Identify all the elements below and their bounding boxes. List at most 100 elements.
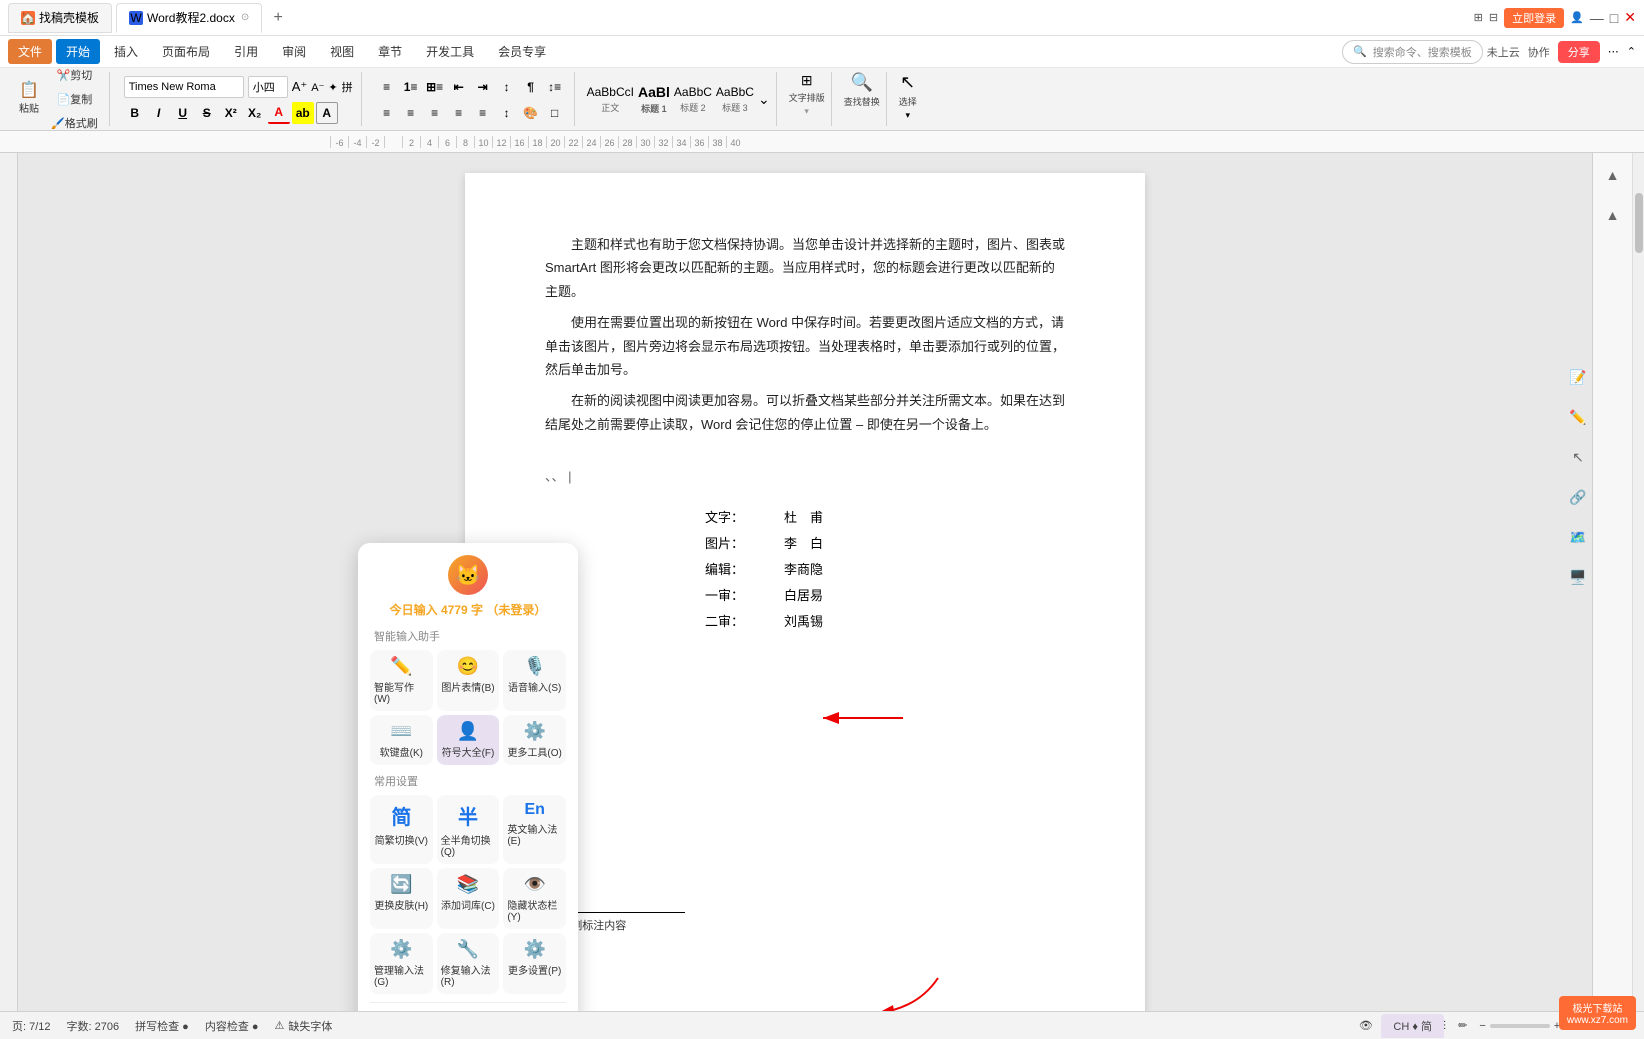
rp-pencil-icon[interactable]: ✏️ [1564, 403, 1592, 431]
style-heading2[interactable]: AaBbC 标题 2 [674, 85, 712, 114]
menu-start[interactable]: 开始 [56, 39, 100, 64]
status-content[interactable]: 内容检查 ● [205, 1018, 259, 1034]
ime-btn-addlib[interactable]: 📚 添加词库(C) [437, 868, 500, 929]
font-size-input[interactable] [248, 76, 288, 98]
style-normal[interactable]: AaBbCcI 正文 [587, 85, 634, 114]
zoom-out-button[interactable]: − [1479, 1020, 1485, 1032]
paste-button[interactable]: 📋 粘贴 [14, 80, 44, 118]
align-right-button[interactable]: ≡ [424, 102, 446, 124]
increase-indent-button[interactable]: ⇥ [472, 76, 494, 98]
ime-btn-english[interactable]: En 英文输入法(E) [503, 795, 566, 864]
ime-btn-half-full[interactable]: 半 全半角切换(Q) [437, 795, 500, 864]
user-avatar[interactable]: 👤 [1570, 11, 1584, 24]
rp-cursor-icon[interactable]: ↖ [1564, 443, 1592, 471]
menu-member[interactable]: 会员专享 [488, 39, 556, 64]
select-group[interactable]: ↖ 选择 ▾ [893, 72, 923, 126]
minimize-button[interactable]: — [1590, 10, 1604, 26]
ime-btn-more-tools[interactable]: ⚙️ 更多工具(O) [503, 715, 566, 765]
strikethrough-button[interactable]: S [196, 102, 218, 124]
font-clear-button[interactable]: ✦ [328, 81, 337, 94]
tab-close-icon[interactable]: ⊙ [241, 12, 249, 23]
ime-btn-symbols[interactable]: 👤 符号大全(F) [437, 715, 500, 765]
find-replace-group[interactable]: 🔍 查找替换 [838, 72, 887, 126]
rp-spell-icon[interactable]: 📝 [1564, 363, 1592, 391]
ime-btn-emoji[interactable]: 😊 图片表情(B) [437, 650, 500, 711]
ime-btn-skin[interactable]: 🔄 更换皮肤(H) [370, 868, 433, 929]
shading-button[interactable]: 🎨 [520, 102, 542, 124]
font-name-input[interactable] [124, 76, 244, 98]
collapse-icon[interactable]: ⌃ [1627, 45, 1636, 58]
phonetic-button[interactable]: 拼 [342, 79, 353, 95]
register-button[interactable]: 立即登录 [1504, 8, 1564, 28]
ribbon-search[interactable]: 🔍 搜索命令、搜索模板 [1342, 40, 1483, 64]
vertical-scrollbar[interactable] [1632, 153, 1644, 1011]
menu-review[interactable]: 审阅 [272, 39, 316, 64]
zoom-slider[interactable] [1490, 1024, 1550, 1028]
underline-button[interactable]: U [172, 102, 194, 124]
sidebar-top-icon[interactable]: ▲ [1599, 161, 1627, 189]
menu-section[interactable]: 章节 [368, 39, 412, 64]
ime-btn-voice[interactable]: 🎙️ 语音输入(S) [503, 650, 566, 711]
document-area[interactable]: 主题和样式也有助于您文档保持协调。当您单击设计并选择新的主题时，图片、图表或 S… [18, 153, 1592, 1011]
style-more-btn[interactable]: ⌄ [758, 91, 770, 108]
font-size-increase-button[interactable]: A⁺ [292, 79, 308, 95]
cut-button[interactable]: ✂️ 剪切 [46, 64, 103, 86]
italic-button[interactable]: I [148, 102, 170, 124]
ime-btn-hide[interactable]: 👁️ 隐藏状态栏(Y) [503, 868, 566, 929]
ime-btn-manage[interactable]: ⚙️ 管理输入法(G) [370, 933, 433, 994]
highlight-button[interactable]: ab [292, 102, 314, 124]
collab-button[interactable]: 协作 [1528, 44, 1550, 60]
superscript-button[interactable]: X² [220, 102, 242, 124]
tab-word[interactable]: W Word教程2.docx ⊙ [116, 3, 262, 33]
bold-button[interactable]: B [124, 102, 146, 124]
ime-btn-keyboard[interactable]: ⌨️ 软键盘(K) [370, 715, 433, 765]
layout-icon[interactable]: ⊞ [1474, 11, 1483, 24]
bullet-list-button[interactable]: ≡ [376, 76, 398, 98]
copy-button[interactable]: 📄 复制 [46, 88, 103, 110]
status-spell[interactable]: 拼写检查 ● [135, 1018, 189, 1034]
paragraph-settings-button[interactable]: ↕ [496, 102, 518, 124]
decrease-indent-button[interactable]: ⇤ [448, 76, 470, 98]
border-button[interactable]: □ [544, 102, 566, 124]
rp-map-icon[interactable]: 🗺️ [1564, 523, 1592, 551]
multilevel-list-button[interactable]: ⊞≡ [424, 76, 446, 98]
ime-btn-write[interactable]: ✏️ 智能写作(W) [370, 650, 433, 711]
menu-insert[interactable]: 插入 [104, 39, 148, 64]
menu-view[interactable]: 视图 [320, 39, 364, 64]
tab-home[interactable]: 🏠 找稿壳模板 [8, 3, 112, 33]
font-size-decrease-button[interactable]: A⁻ [311, 81, 324, 94]
menu-devtools[interactable]: 开发工具 [416, 39, 484, 64]
style-heading1[interactable]: AaBl 标题 1 [638, 84, 670, 115]
cursor-area[interactable]: 、、 | [545, 466, 1065, 485]
menu-references[interactable]: 引用 [224, 39, 268, 64]
ime-btn-trad-simp[interactable]: 简 简繁切换(V) [370, 795, 433, 864]
rp-display-icon[interactable]: 🖥️ [1564, 563, 1592, 591]
style-heading3[interactable]: AaBbC 标题 3 [716, 85, 754, 114]
distribute-button[interactable]: ≡ [472, 102, 494, 124]
sort-button[interactable]: ↕ [496, 76, 518, 98]
menu-file[interactable]: 文件 [8, 39, 52, 64]
ime-status-chip[interactable]: CH ♦ 简 [1381, 1014, 1444, 1038]
ime-btn-fix[interactable]: 🔧 修复输入法(R) [437, 933, 500, 994]
status-font[interactable]: ⚠ 缺失字体 [275, 1018, 333, 1034]
sidebar-scroll-up[interactable]: ▲ [1599, 201, 1627, 229]
more-options-icon[interactable]: ⋯ [1608, 45, 1619, 58]
menu-page-layout[interactable]: 页面布局 [152, 39, 220, 64]
add-tab-button[interactable]: + [266, 6, 290, 30]
ime-btn-more-settings[interactable]: ⚙️ 更多设置(P) [503, 933, 566, 994]
justify-button[interactable]: ≡ [448, 102, 470, 124]
char-border-button[interactable]: A [316, 102, 338, 124]
subscript-button[interactable]: X₂ [244, 102, 266, 124]
ime-popup[interactable]: 🐱 今日输入 4779 字 （未登录） 智能输入助手 ✏️ 智能写作(W) 😊 … [358, 543, 578, 1011]
line-spacing-button[interactable]: ↕≡ [544, 76, 566, 98]
font-color-button[interactable]: A [268, 102, 290, 124]
align-center-button[interactable]: ≡ [400, 102, 422, 124]
status-view-read-icon[interactable]: 👁 [1359, 1019, 1373, 1032]
numbered-list-button[interactable]: 1≡ [400, 76, 422, 98]
maximize-button[interactable]: □ [1610, 10, 1618, 26]
scroll-thumb[interactable] [1635, 193, 1643, 253]
cloud-status[interactable]: 未上云 [1487, 44, 1520, 60]
rp-links-icon[interactable]: 🔗 [1564, 483, 1592, 511]
close-button[interactable]: ✕ [1624, 9, 1636, 26]
share-button[interactable]: 分享 [1558, 41, 1600, 63]
